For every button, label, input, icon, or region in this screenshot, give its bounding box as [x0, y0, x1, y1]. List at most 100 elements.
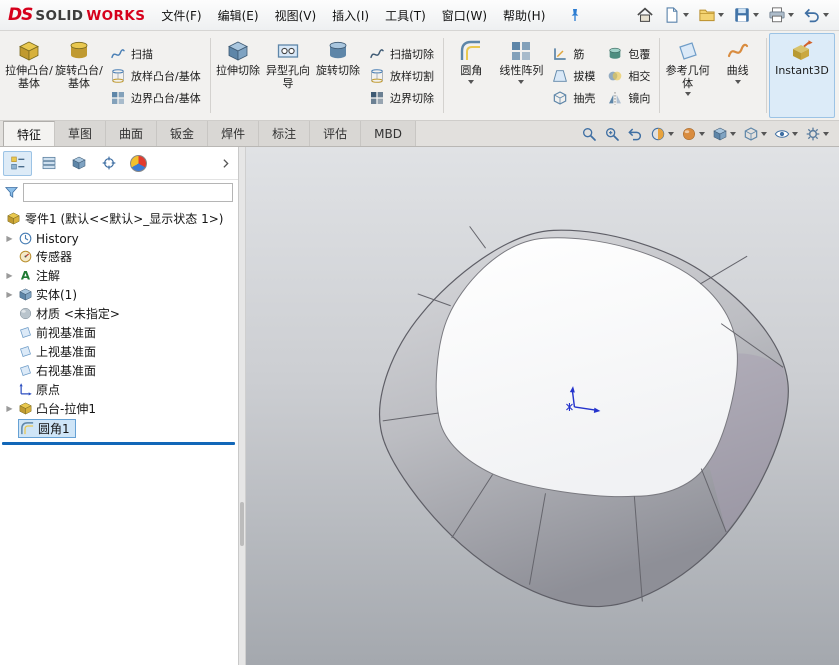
- panel-tab-propertymanager[interactable]: [35, 152, 62, 175]
- intersect-button[interactable]: 相交: [603, 66, 654, 86]
- view-settings-button[interactable]: [805, 126, 829, 142]
- hide-show-items-button[interactable]: [774, 126, 798, 142]
- tab-evaluate[interactable]: 评估: [310, 121, 361, 146]
- tab-weldments[interactable]: 焊件: [208, 121, 259, 146]
- reference-geometry-button[interactable]: 参考几何体: [663, 33, 713, 118]
- linear-pattern-button[interactable]: 线性阵列: [496, 33, 546, 118]
- tree-item-sensors[interactable]: 传感器: [0, 247, 238, 266]
- fillet-button[interactable]: 圆角: [446, 33, 496, 118]
- menu-insert[interactable]: 插入(I): [324, 2, 377, 29]
- swept-cut-button[interactable]: 扫描切除: [365, 44, 438, 64]
- tab-sketch[interactable]: 草图: [55, 121, 106, 146]
- model-3d[interactable]: [246, 147, 839, 665]
- home-button[interactable]: [636, 6, 654, 24]
- undo-button[interactable]: [803, 6, 829, 24]
- save-button[interactable]: [733, 6, 759, 24]
- viewport[interactable]: [246, 147, 839, 665]
- rollback-bar[interactable]: [2, 442, 235, 445]
- panel-tab-dimxpertmanager[interactable]: [95, 152, 122, 175]
- tree-item-annotations[interactable]: ▶ 注解: [0, 266, 238, 285]
- shell-icon: [552, 90, 568, 106]
- tree-root-part[interactable]: 零件1 (默认<<默认>_显示状态 1>): [0, 207, 238, 230]
- revolved-boss-button[interactable]: 旋转凸台/基体: [54, 33, 104, 118]
- curves-button[interactable]: 曲线: [713, 33, 763, 118]
- menu-help[interactable]: 帮助(H): [495, 2, 553, 29]
- print-button[interactable]: [768, 6, 794, 24]
- tree-item-solid-bodies[interactable]: ▶ 实体(1): [0, 285, 238, 304]
- zoom-fit-button[interactable]: [581, 126, 597, 142]
- display-style-button[interactable]: [743, 126, 767, 142]
- boundary-cut-button[interactable]: 边界切除: [365, 88, 438, 108]
- tree-item-material[interactable]: 材质 <未指定>: [0, 304, 238, 323]
- extruded-cut-button[interactable]: 拉伸切除: [213, 33, 263, 118]
- tab-features[interactable]: 特征: [3, 121, 55, 146]
- tree-item-label: 材质 <未指定>: [36, 305, 120, 322]
- expand-arrow-icon[interactable]: ▶: [4, 272, 15, 280]
- menu-tools[interactable]: 工具(T): [377, 2, 434, 29]
- panel-tab-expand-button[interactable]: [215, 157, 235, 170]
- instant3d-icon: [790, 39, 814, 63]
- model-top-face[interactable]: [436, 238, 737, 497]
- tree-item-front-plane[interactable]: 前视基准面: [0, 323, 238, 342]
- filter-funnel-icon[interactable]: [4, 185, 19, 200]
- revolved-cut-button[interactable]: 旋转切除: [313, 33, 363, 118]
- menu-view[interactable]: 视图(V): [267, 2, 325, 29]
- lofted-boss-button[interactable]: 放样凸台/基体: [106, 66, 205, 86]
- swept-boss-button[interactable]: 扫描: [106, 44, 205, 64]
- expand-arrow-icon[interactable]: ▶: [4, 235, 15, 243]
- extruded-boss-icon: [17, 39, 41, 63]
- button-label: 包覆: [628, 46, 650, 62]
- tab-markup[interactable]: 标注: [259, 121, 310, 146]
- print-icon: [768, 6, 786, 24]
- wrap-button[interactable]: 包覆: [603, 44, 654, 64]
- expand-arrow-icon[interactable]: ▶: [4, 291, 15, 299]
- property-manager-icon: [41, 155, 57, 171]
- boundary-boss-button[interactable]: 边界凸台/基体: [106, 88, 205, 108]
- tree-item-boss-extrude1[interactable]: ▶ 凸台-拉伸1: [0, 399, 238, 418]
- instant3d-button[interactable]: Instant3D: [769, 33, 835, 118]
- rib-button[interactable]: 筋: [548, 44, 599, 64]
- panel-tab-featuremanager[interactable]: [3, 151, 32, 176]
- panel-tab-configurationmanager[interactable]: [65, 152, 92, 175]
- edit-appearance-button[interactable]: [681, 126, 705, 142]
- hole-wizard-icon: [276, 39, 300, 63]
- menu-file[interactable]: 文件(F): [153, 2, 209, 29]
- zoom-area-button[interactable]: [604, 126, 620, 142]
- open-button[interactable]: [698, 6, 724, 24]
- modify-small-stack-1: 筋 拔模 抽壳: [546, 33, 601, 118]
- expand-arrow-icon[interactable]: ▶: [4, 405, 15, 413]
- tab-mbd[interactable]: MBD: [361, 121, 416, 146]
- section-view-button[interactable]: [650, 126, 674, 142]
- mirror-button[interactable]: 镜向: [603, 88, 654, 108]
- tree-item-fillet1[interactable]: 圆角1: [0, 418, 238, 439]
- panel-splitter[interactable]: [239, 147, 246, 665]
- previous-view-button[interactable]: [627, 126, 643, 142]
- tree-item-origin[interactable]: 原点: [0, 380, 238, 399]
- revolved-boss-icon: [67, 39, 91, 63]
- reference-geometry-icon: [676, 39, 700, 63]
- origin-icon: [18, 382, 33, 397]
- new-document-button[interactable]: [663, 6, 689, 24]
- tree-item-top-plane[interactable]: 上视基准面: [0, 342, 238, 361]
- tree-item-right-plane[interactable]: 右视基准面: [0, 361, 238, 380]
- boss-extrude-icon: [18, 401, 33, 416]
- extruded-boss-button[interactable]: 拉伸凸台/基体: [4, 33, 54, 118]
- chevron-down-icon: [730, 132, 736, 136]
- lofted-cut-button[interactable]: 放样切割: [365, 66, 438, 86]
- command-manager-ribbon: 拉伸凸台/基体 旋转凸台/基体 扫描 放样凸台/基体 边界凸台/基体: [0, 31, 839, 121]
- panel-tab-displaymanager[interactable]: [125, 152, 152, 175]
- button-label: 曲线: [727, 65, 749, 78]
- dimxpert-manager-icon: [101, 155, 117, 171]
- menu-window[interactable]: 窗口(W): [434, 2, 495, 29]
- tab-sheet-metal[interactable]: 钣金: [157, 121, 208, 146]
- hole-wizard-button[interactable]: 异型孔向导: [263, 33, 313, 118]
- chevron-right-icon: [219, 157, 232, 170]
- shell-button[interactable]: 抽壳: [548, 88, 599, 108]
- draft-button[interactable]: 拔模: [548, 66, 599, 86]
- filter-input[interactable]: [23, 183, 233, 202]
- view-orientation-button[interactable]: [712, 126, 736, 142]
- menu-edit[interactable]: 编辑(E): [210, 2, 267, 29]
- tab-surfaces[interactable]: 曲面: [106, 121, 157, 146]
- pin-menu-button[interactable]: [567, 7, 583, 23]
- tree-item-history[interactable]: ▶ History: [0, 230, 238, 247]
